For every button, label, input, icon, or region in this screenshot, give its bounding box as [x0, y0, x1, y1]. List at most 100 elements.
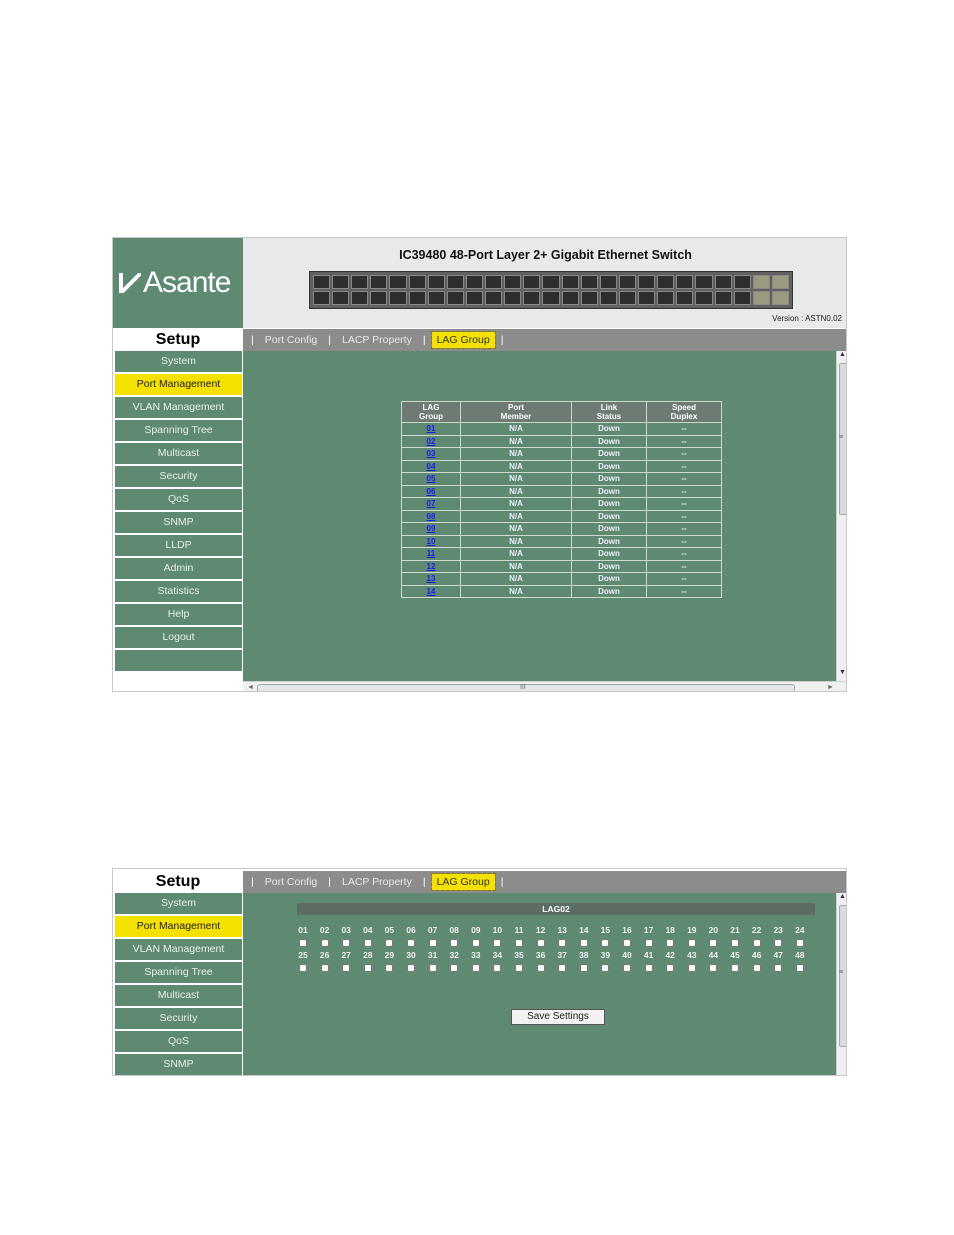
lag-group-link[interactable]: 08 [427, 512, 436, 521]
lag-group-link[interactable]: 14 [427, 587, 436, 596]
ethernet-port-icon[interactable] [465, 275, 484, 289]
ethernet-port-icon[interactable] [370, 291, 388, 305]
port-member-checkbox[interactable] [407, 939, 415, 947]
port-member-checkbox[interactable] [320, 939, 329, 947]
ethernet-port-icon[interactable] [657, 291, 675, 305]
sidebar-item-qos[interactable]: QoS [115, 1031, 242, 1052]
scroll-up-arrow-icon[interactable]: ▲ [837, 893, 846, 900]
ethernet-port-icon[interactable] [313, 275, 331, 289]
lag-group-link[interactable]: 09 [427, 524, 436, 533]
port-member-checkbox[interactable] [493, 964, 502, 972]
sidebar-item-statistics[interactable]: Statistics [115, 581, 242, 602]
lag-group-link[interactable]: 05 [427, 474, 436, 483]
ethernet-port-icon[interactable] [695, 291, 713, 305]
sidebar-item-admin[interactable]: Admin [115, 558, 242, 579]
ethernet-port-icon[interactable] [695, 275, 713, 289]
ethernet-port-icon[interactable] [638, 291, 656, 305]
lag-group-link[interactable]: 13 [427, 574, 436, 583]
ethernet-port-icon[interactable] [542, 291, 560, 305]
ethernet-port-icon[interactable] [446, 275, 464, 289]
ethernet-port-icon[interactable] [427, 275, 445, 289]
port-member-checkbox[interactable] [601, 964, 610, 972]
lag-group-link[interactable]: 04 [427, 462, 436, 471]
ethernet-port-icon[interactable] [504, 291, 522, 305]
ethernet-port-icon[interactable] [580, 291, 598, 305]
sidebar-item-snmp[interactable]: SNMP [115, 1054, 242, 1075]
ethernet-port-icon[interactable] [465, 291, 484, 305]
port-member-checkbox[interactable] [731, 964, 739, 972]
lag-group-link[interactable]: 07 [427, 499, 436, 508]
port-member-checkbox[interactable] [752, 939, 761, 947]
ethernet-port-icon[interactable] [523, 275, 541, 289]
sfp-port-icon[interactable] [752, 291, 770, 305]
port-member-checkbox[interactable] [644, 964, 653, 972]
lag-group-link[interactable]: 10 [427, 537, 436, 546]
ethernet-port-icon[interactable] [657, 275, 675, 289]
port-member-checkbox[interactable] [558, 964, 567, 972]
port-member-checkbox[interactable] [471, 939, 480, 947]
port-member-checkbox[interactable] [471, 964, 480, 972]
sidebar-item-spanning-tree[interactable]: Spanning Tree [115, 962, 242, 983]
sidebar-item-multicast[interactable]: Multicast [115, 443, 242, 464]
ethernet-port-icon[interactable] [389, 291, 407, 305]
ethernet-port-icon[interactable] [733, 291, 751, 305]
port-member-checkbox[interactable] [666, 964, 675, 972]
port-member-checkbox[interactable] [515, 939, 523, 947]
lag-group-link[interactable]: 02 [427, 437, 436, 446]
port-member-checkbox[interactable] [428, 939, 437, 947]
ethernet-port-icon[interactable] [542, 275, 560, 289]
vertical-scrollbar[interactable]: ▲ ≡ ▼ [836, 351, 846, 681]
ethernet-port-icon[interactable] [313, 291, 331, 305]
lag-group-link[interactable]: 11 [427, 549, 435, 558]
ethernet-port-icon[interactable] [714, 275, 732, 289]
ethernet-port-icon[interactable] [485, 275, 503, 289]
ethernet-port-icon[interactable] [676, 291, 694, 305]
ethernet-port-icon[interactable] [714, 291, 732, 305]
ethernet-port-icon[interactable] [638, 275, 656, 289]
ethernet-port-icon[interactable] [332, 275, 350, 289]
ethernet-port-icon[interactable] [504, 275, 522, 289]
port-member-checkbox[interactable] [795, 964, 804, 972]
tab-lacp-property[interactable]: LACP Property [337, 874, 417, 890]
tab-lag-group[interactable]: LAG Group [430, 331, 496, 349]
ethernet-port-icon[interactable] [599, 275, 617, 289]
horizontal-scroll-thumb[interactable] [257, 684, 795, 691]
sfp-port-icon[interactable] [771, 275, 789, 289]
sidebar-item-logout[interactable]: Logout [115, 627, 242, 648]
port-member-checkbox[interactable] [795, 939, 804, 947]
port-member-checkbox[interactable] [774, 964, 783, 972]
ethernet-port-icon[interactable] [351, 291, 369, 305]
scroll-down-arrow-icon[interactable]: ▼ [837, 669, 846, 676]
port-member-checkbox[interactable] [774, 939, 783, 947]
horizontal-scrollbar[interactable]: ◄ III ► [243, 681, 846, 691]
sidebar-item-qos[interactable]: QoS [115, 489, 242, 510]
port-member-checkbox[interactable] [666, 939, 675, 947]
port-member-checkbox[interactable] [709, 939, 718, 947]
port-member-checkbox[interactable] [601, 939, 610, 947]
sidebar-item-security[interactable]: Security [115, 1008, 242, 1029]
port-member-checkbox[interactable] [493, 939, 502, 947]
save-settings-button[interactable]: Save Settings [511, 1009, 605, 1025]
sidebar-item-spanning-tree[interactable]: Spanning Tree [115, 420, 242, 441]
port-member-checkbox[interactable] [623, 964, 631, 972]
scroll-right-arrow-icon[interactable]: ► [827, 684, 834, 691]
ethernet-port-icon[interactable] [599, 291, 617, 305]
ethernet-port-icon[interactable] [332, 291, 350, 305]
ethernet-port-icon[interactable] [561, 291, 579, 305]
ethernet-port-icon[interactable] [389, 275, 407, 289]
port-member-checkbox[interactable] [299, 964, 307, 972]
sidebar-item-system[interactable]: System [115, 351, 242, 372]
sfp-port-icon[interactable] [771, 291, 789, 305]
ethernet-port-icon[interactable] [618, 275, 637, 289]
tab-port-config[interactable]: Port Config [260, 874, 323, 890]
port-member-checkbox[interactable] [363, 964, 372, 972]
ethernet-port-icon[interactable] [370, 275, 388, 289]
ethernet-port-icon[interactable] [523, 291, 541, 305]
port-member-checkbox[interactable] [342, 964, 351, 972]
sidebar-item-port-management[interactable]: Port Management [115, 916, 242, 937]
ethernet-port-icon[interactable] [733, 275, 751, 289]
port-member-checkbox[interactable] [687, 939, 696, 947]
ethernet-port-icon[interactable] [408, 275, 426, 289]
lag-group-link[interactable]: 01 [427, 424, 436, 433]
port-member-checkbox[interactable] [579, 939, 588, 947]
